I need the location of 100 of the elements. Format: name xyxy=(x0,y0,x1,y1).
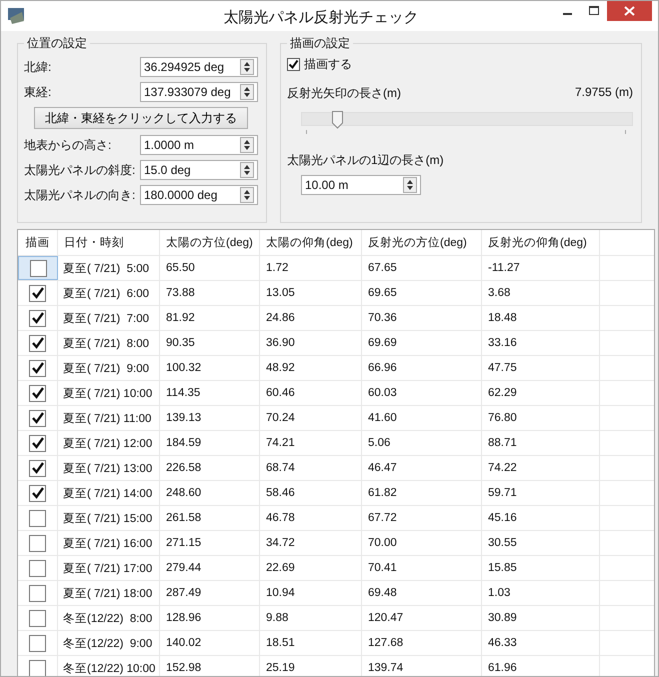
checkbox[interactable] xyxy=(29,384,46,402)
checkbox[interactable] xyxy=(29,410,46,426)
table-cell: 70.36 xyxy=(362,306,482,330)
table-cell: 69.48 xyxy=(362,581,482,605)
column-header[interactable]: 反射光の方位(deg) xyxy=(362,230,482,255)
table-cell: 120.47 xyxy=(362,606,482,630)
checkbox[interactable] xyxy=(29,560,46,576)
close-button[interactable] xyxy=(607,1,652,21)
spin-field[interactable]: 15.0 deg xyxy=(140,160,258,180)
column-header[interactable]: 日付・時刻 xyxy=(58,230,160,255)
spin-arrows-icon[interactable] xyxy=(240,162,254,178)
table-cell: 69.69 xyxy=(362,331,482,355)
checkbox[interactable] xyxy=(29,460,46,476)
table-cell: 58.46 xyxy=(260,481,362,505)
table-cell: 22.69 xyxy=(260,556,362,580)
table-cell: 70.00 xyxy=(362,531,482,555)
table-cell: 18.51 xyxy=(260,631,362,655)
checkbox[interactable] xyxy=(29,284,46,302)
table-cell: 13.05 xyxy=(260,281,362,305)
checkbox[interactable] xyxy=(287,58,300,71)
table-cell: 夏至( 7/21) 12:00 xyxy=(58,431,160,455)
table-cell: 1.72 xyxy=(260,256,362,280)
table-cell: 67.72 xyxy=(362,506,482,530)
table-cell: 10.94 xyxy=(260,581,362,605)
table-cell: 夏至( 7/21) 10:00 xyxy=(58,381,160,405)
table-cell: -11.27 xyxy=(482,256,600,280)
table-cell: 30.89 xyxy=(482,606,600,630)
panel-length-label: 太陽光パネルの1辺の長さ(m) xyxy=(287,152,445,169)
spin-field[interactable]: 10.00 m xyxy=(301,175,421,195)
field-label: 東経: xyxy=(24,84,52,100)
checkbox[interactable] xyxy=(29,484,46,502)
table-cell: 夏至( 7/21) 17:00 xyxy=(58,556,160,580)
column-header[interactable]: 太陽の方位(deg) xyxy=(160,230,260,255)
table-cell: 90.35 xyxy=(160,331,260,355)
arrow-length-label: 反射光矢印の長さ(m) xyxy=(287,85,401,102)
table-cell: 66.96 xyxy=(362,356,482,380)
table-cell: 69.65 xyxy=(362,281,482,305)
checkbox[interactable] xyxy=(29,510,46,526)
app-icon xyxy=(7,7,27,25)
table-cell: 45.16 xyxy=(482,506,600,530)
table-cell: 41.60 xyxy=(362,406,482,430)
table-cell: 5.06 xyxy=(362,431,482,455)
checkbox[interactable] xyxy=(29,584,46,602)
table-cell: 48.92 xyxy=(260,356,362,380)
field-label: 太陽光パネルの斜度: xyxy=(24,162,136,178)
table-cell: 46.47 xyxy=(362,456,482,480)
map-input-button[interactable]: 北緯・東経をクリックして入力する xyxy=(34,107,248,129)
table-cell: 夏至( 7/21) 18:00 xyxy=(58,581,160,605)
group-title: 位置の設定 xyxy=(26,35,88,52)
table-cell: 226.58 xyxy=(160,456,260,480)
table-cell: 76.80 xyxy=(482,406,600,430)
table-cell: 夏至( 7/21) 11:00 xyxy=(58,406,160,430)
table-cell: 夏至( 7/21) 13:00 xyxy=(58,456,160,480)
spin-arrows-icon[interactable] xyxy=(240,187,254,203)
table-cell: 271.15 xyxy=(160,531,260,555)
spin-arrows-icon[interactable] xyxy=(240,59,254,75)
table-cell: 127.68 xyxy=(362,631,482,655)
checkbox[interactable] xyxy=(29,310,46,326)
arrow-length-value: 7.9755 (m) xyxy=(574,85,633,101)
checkbox[interactable] xyxy=(29,634,46,652)
table-cell: 139.74 xyxy=(362,656,482,676)
table-cell: 61.96 xyxy=(482,656,600,676)
column-header[interactable]: 太陽の仰角(deg) xyxy=(260,230,362,255)
table-cell: 46.78 xyxy=(260,506,362,530)
table-cell: 34.72 xyxy=(260,531,362,555)
checkbox[interactable] xyxy=(29,660,46,676)
spin-arrows-icon[interactable] xyxy=(240,84,254,100)
checkbox[interactable] xyxy=(29,360,46,376)
table-cell: 61.82 xyxy=(362,481,482,505)
table-cell: 9.88 xyxy=(260,606,362,630)
checkbox-label: 描画する xyxy=(304,56,352,73)
slider-thumb[interactable] xyxy=(332,111,343,129)
checkbox[interactable] xyxy=(29,610,46,626)
table-cell: 62.29 xyxy=(482,381,600,405)
table-cell: 74.22 xyxy=(482,456,600,480)
table-cell: 冬至(12/22) 8:00 xyxy=(58,606,160,630)
table-cell: 夏至( 7/21) 16:00 xyxy=(58,531,160,555)
slider-track[interactable] xyxy=(301,112,633,126)
spin-arrows-icon[interactable] xyxy=(240,137,254,153)
checkbox[interactable] xyxy=(29,534,46,552)
spin-field[interactable]: 180.0000 deg xyxy=(140,185,258,205)
table-cell: 60.03 xyxy=(362,381,482,405)
field-label: 太陽光パネルの向き: xyxy=(24,186,136,204)
spin-field[interactable]: 1.0000 m xyxy=(140,135,258,155)
field-label: 地表からの高さ: xyxy=(24,136,112,154)
table-cell: 36.90 xyxy=(260,331,362,355)
column-header[interactable]: 描画 xyxy=(18,230,58,255)
checkbox[interactable] xyxy=(29,434,46,452)
table-cell: 261.58 xyxy=(160,506,260,530)
checkbox-cell[interactable] xyxy=(18,256,58,280)
checkbox[interactable] xyxy=(29,334,46,352)
column-header[interactable]: 反射光の仰角(deg) xyxy=(482,230,600,255)
checkbox[interactable] xyxy=(30,260,46,276)
spin-arrows-icon[interactable] xyxy=(403,177,417,193)
table-cell: 65.50 xyxy=(160,256,260,280)
table-cell: 70.24 xyxy=(260,406,362,430)
spin-field[interactable]: 36.294925 deg xyxy=(140,57,258,77)
spin-field[interactable]: 137.933079 deg xyxy=(140,82,258,102)
table-cell: 1.03 xyxy=(482,581,600,605)
table-cell: 248.60 xyxy=(160,481,260,505)
